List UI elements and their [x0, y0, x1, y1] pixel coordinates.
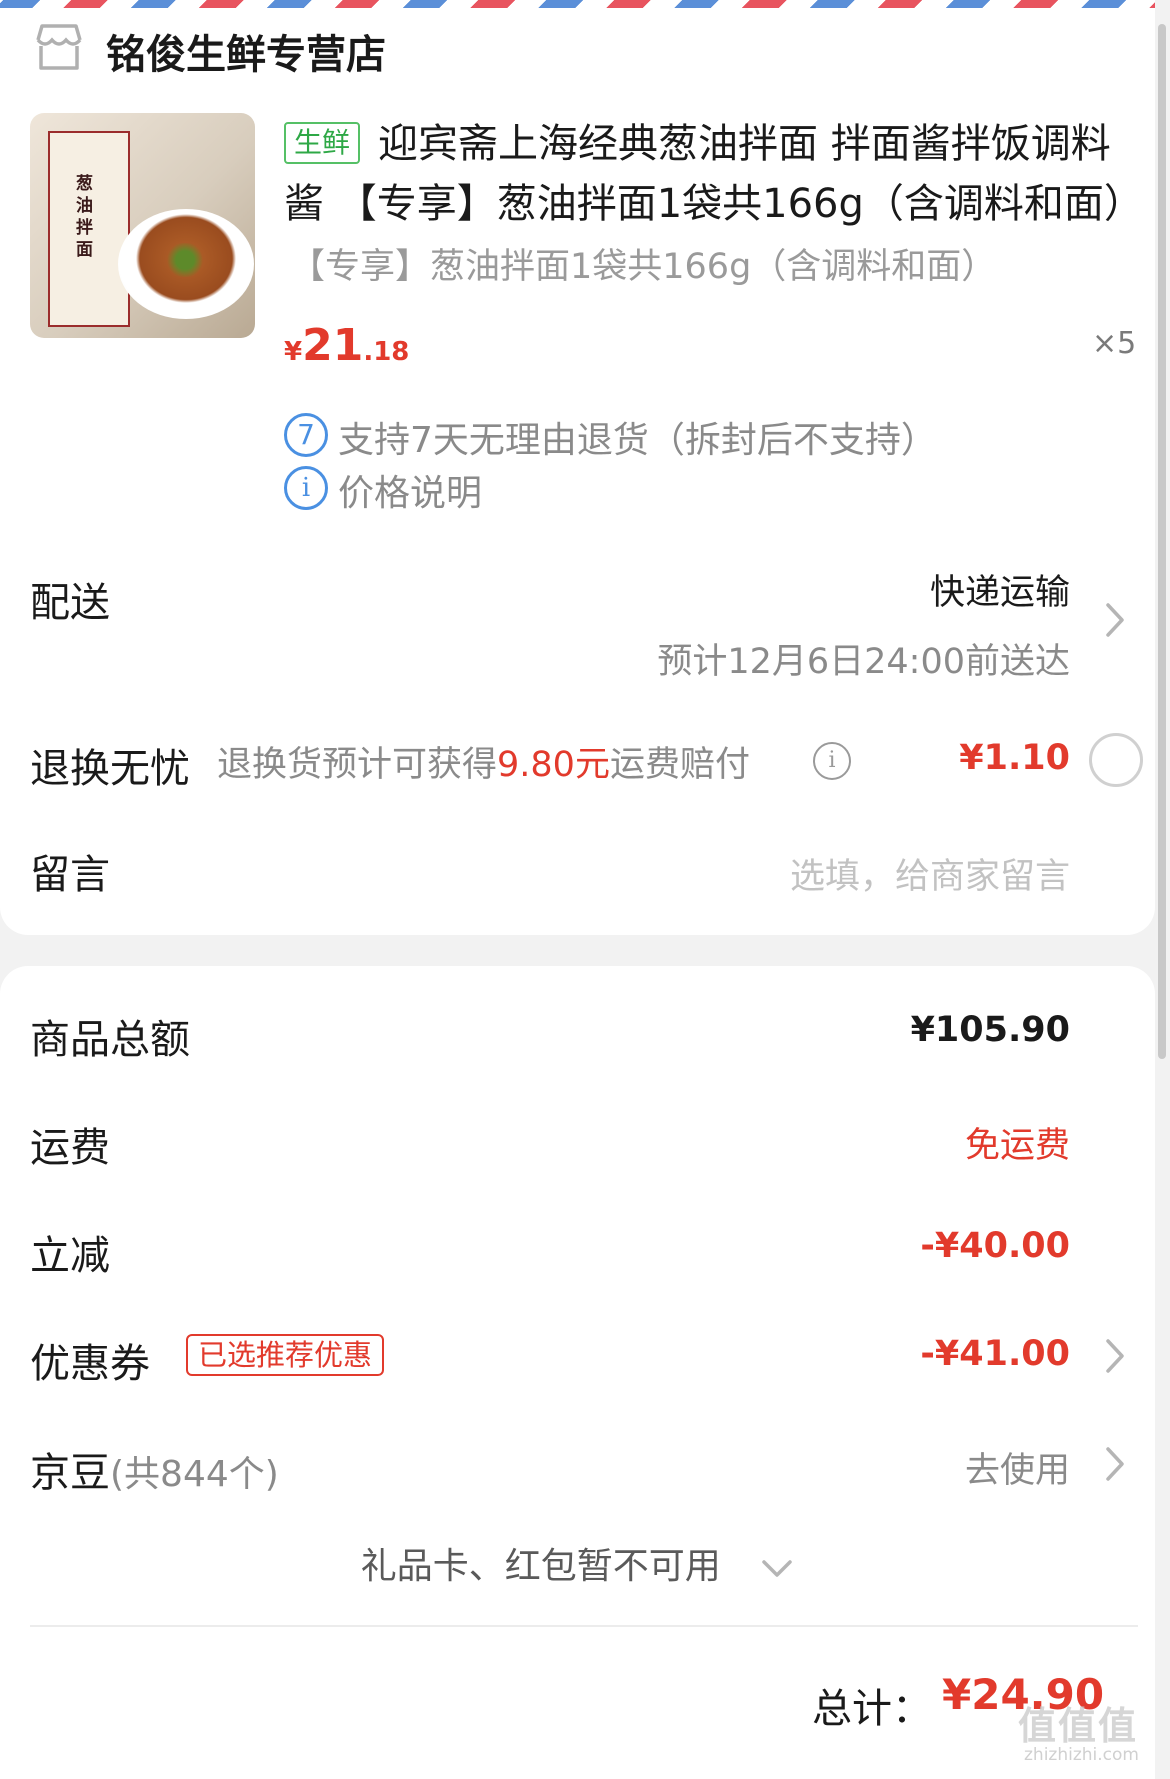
shipping-label: 运费 [30, 1125, 110, 1171]
return-desc-suffix: 运费赔付 [609, 745, 750, 785]
beans-label: 京豆 [30, 1450, 110, 1496]
coupon-chevron-right-icon[interactable] [1103, 1336, 1127, 1376]
scrollbar-thumb[interactable] [1158, 24, 1166, 1059]
product-spec: 【专享】葱油拌面1袋共166g（含调料和面） [290, 247, 997, 287]
herb-graphic [160, 243, 210, 277]
goods-total-value: ¥105.90 [910, 1010, 1070, 1050]
beans-action[interactable]: 去使用 [965, 1442, 1070, 1493]
fresh-tag: 生鲜 [284, 122, 361, 164]
discount-label: 立减 [30, 1233, 110, 1279]
package-graphic: 葱油拌面 [48, 131, 130, 327]
shipping-value: 免运费 [964, 1126, 1070, 1166]
beans-count: (共844个) [110, 1454, 279, 1495]
info-icon: i [284, 466, 328, 510]
price-currency: ¥ [284, 337, 303, 367]
coupon-label: 优惠券 [30, 1341, 150, 1387]
return-insurance-radio[interactable] [1089, 733, 1143, 787]
divider [30, 1625, 1138, 1627]
coupon-value[interactable]: -¥41.00 [920, 1334, 1070, 1374]
message-label: 留言 [30, 852, 110, 898]
return-desc-prefix: 退换货预计可获得 [217, 745, 498, 785]
product-quantity: ×5 [1092, 326, 1137, 361]
gift-card-text: 礼品卡、红包暂不可用 [360, 1546, 721, 1587]
price-note-link[interactable]: 价格说明 [338, 464, 482, 516]
product-price: ¥21.18 [284, 320, 409, 371]
beans-row-label: 京豆(共844个) [30, 1440, 279, 1498]
product-title[interactable]: 迎宾斋上海经典葱油拌面 拌面酱拌饭调料酱 【专享】葱油拌面1袋共166g（含调料… [284, 114, 1134, 234]
store-name[interactable]: 铭俊生鲜专营店 [106, 22, 386, 80]
chevron-down-icon [760, 1548, 794, 1589]
return-insurance-desc: 退换货预计可获得9.80元运费赔付 [217, 736, 750, 787]
delivery-chevron-right-icon[interactable] [1103, 600, 1127, 640]
package-text: 葱油拌面 [76, 174, 93, 260]
coupon-badge: 已选推荐优惠 [186, 1334, 385, 1376]
delivery-label: 配送 [30, 580, 110, 626]
return-7day-icon: 7 [284, 413, 328, 457]
return-policy-text: 支持7天无理由退货（拆封后不支持） [338, 420, 937, 461]
price-integer: 21 [302, 320, 364, 371]
total-label: 总计： [812, 1686, 932, 1732]
goods-total-label: 商品总额 [30, 1017, 190, 1063]
discount-value: -¥40.00 [920, 1226, 1070, 1266]
product-image[interactable]: 葱油拌面 [30, 113, 255, 338]
delivery-method[interactable]: 快递运输 [930, 564, 1070, 615]
return-insurance-label: 退换无忧 [30, 746, 190, 792]
return-info-icon[interactable]: i [813, 742, 851, 780]
price-decimal: .18 [363, 337, 410, 367]
return-insurance-price: ¥1.10 [959, 738, 1070, 778]
store-icon [32, 20, 86, 74]
watermark-logo: 值值值 [1018, 1704, 1139, 1748]
message-input[interactable]: 选填，给商家留言 [790, 848, 1070, 899]
gift-card-toggle[interactable]: 礼品卡、红包暂不可用 [0, 1537, 1155, 1589]
watermark-url: zhizhizhi.com [1024, 1745, 1139, 1765]
return-desc-amount: 9.80元 [497, 745, 610, 785]
delivery-eta: 预计12月6日24:00前送达 [657, 642, 1070, 682]
beans-chevron-right-icon[interactable] [1103, 1444, 1127, 1484]
